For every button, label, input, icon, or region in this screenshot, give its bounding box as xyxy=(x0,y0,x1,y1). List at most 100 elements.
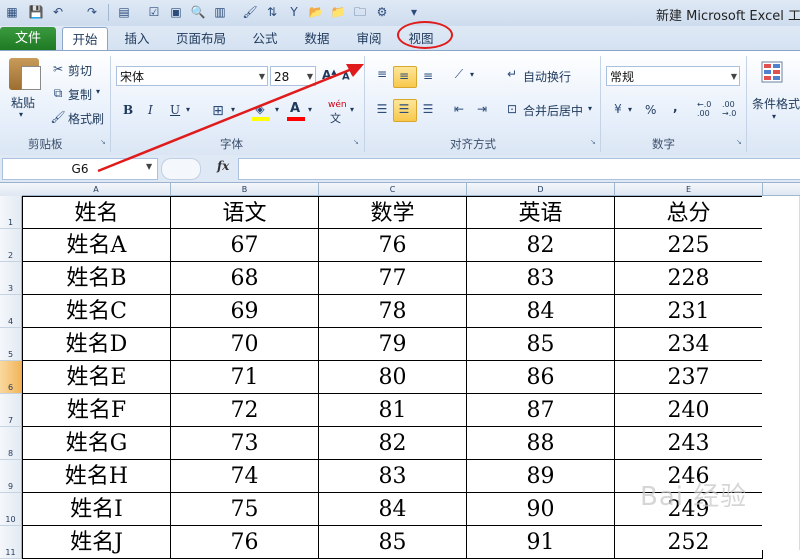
underline-button[interactable]: U xyxy=(170,103,180,117)
form-icon[interactable]: ☑ xyxy=(146,4,162,20)
copy-icon[interactable]: ⧉ xyxy=(50,85,66,101)
number-launcher-icon[interactable]: ↘ xyxy=(736,138,744,146)
tab-file[interactable]: 文件 xyxy=(0,27,56,50)
increase-decimal-button[interactable]: ←.0.00 xyxy=(697,100,711,118)
currency-icon[interactable]: ¥ xyxy=(610,101,626,117)
folder-open-icon[interactable]: 🗀 xyxy=(352,4,368,20)
alignment-launcher-icon[interactable]: ↘ xyxy=(590,138,598,146)
table-cell[interactable]: 82 xyxy=(467,229,615,262)
column-header[interactable]: C xyxy=(319,183,467,196)
column-header[interactable]: A xyxy=(22,183,171,196)
border-grid-icon[interactable]: ▥ xyxy=(212,4,228,20)
save-icon[interactable]: 💾 xyxy=(28,4,44,20)
decrease-indent-icon[interactable]: ⇤ xyxy=(451,101,467,117)
table-cell[interactable]: 姓名A xyxy=(22,229,171,262)
table-cell[interactable]: 68 xyxy=(171,262,319,295)
row-header[interactable]: 5 xyxy=(0,328,22,361)
tab-home[interactable]: 开始 xyxy=(62,27,108,52)
row-header[interactable]: 9 xyxy=(0,460,22,493)
table-cell[interactable]: 75 xyxy=(171,493,319,526)
font-name-select[interactable]: 宋体 ▼ xyxy=(116,66,268,86)
currency-dropdown-icon[interactable]: ▾ xyxy=(628,105,632,114)
table-cell[interactable]: 73 xyxy=(171,427,319,460)
align-bottom-icon[interactable]: ≡ xyxy=(420,68,436,84)
column-header[interactable]: D xyxy=(467,183,615,196)
table-cell[interactable]: 69 xyxy=(171,295,319,328)
table-cell[interactable]: 姓名D xyxy=(22,328,171,361)
font-color-dropdown-icon[interactable]: ▾ xyxy=(308,105,312,114)
calc-icon[interactable]: ▣ xyxy=(168,4,184,20)
fill-dropdown-icon[interactable]: ▾ xyxy=(275,105,279,114)
comma-button[interactable]: , xyxy=(673,100,678,114)
align-left-icon[interactable]: ☰ xyxy=(374,101,390,117)
table-cell[interactable]: 82 xyxy=(319,427,467,460)
formula-bar-resize-handle[interactable] xyxy=(161,158,201,180)
orientation-dropdown-icon[interactable]: ▾ xyxy=(470,70,474,79)
row-header[interactable]: 7 xyxy=(0,394,22,427)
merge-center-icon[interactable]: ⊡ xyxy=(504,101,520,117)
insert-function-button[interactable]: fx xyxy=(217,159,229,173)
tab-data[interactable]: 数据 xyxy=(294,27,340,50)
tab-insert[interactable]: 插入 xyxy=(114,27,160,50)
cut-button[interactable]: 剪切 xyxy=(68,62,92,79)
merge-dropdown-icon[interactable]: ▾ xyxy=(588,104,592,113)
merge-center-button[interactable]: 合并后居中 xyxy=(523,102,583,119)
table-cell[interactable]: 姓名F xyxy=(22,394,171,427)
table-cell[interactable]: 234 xyxy=(615,328,763,361)
number-format-select[interactable]: 常规 ▼ xyxy=(606,66,740,86)
font-color-icon[interactable]: A xyxy=(290,101,300,116)
paste-dropdown-icon[interactable]: ▾ xyxy=(19,110,23,119)
paste-button[interactable]: 粘贴 xyxy=(11,94,35,111)
grow-font-button[interactable]: A▲ xyxy=(322,68,337,82)
customize-qat-icon[interactable]: ▾ xyxy=(406,4,422,20)
table-cell[interactable]: 76 xyxy=(171,526,319,559)
row-header[interactable]: 2 xyxy=(0,229,22,262)
table-cell[interactable]: 78 xyxy=(319,295,467,328)
table-cell[interactable]: 姓名E xyxy=(22,361,171,394)
table-cell[interactable]: 91 xyxy=(467,526,615,559)
table-cell[interactable]: 87 xyxy=(467,394,615,427)
table-cell[interactable]: 225 xyxy=(615,229,763,262)
folder-icon[interactable]: 📂 xyxy=(308,4,324,20)
table-cell[interactable]: 71 xyxy=(171,361,319,394)
table-cell[interactable]: 姓名B xyxy=(22,262,171,295)
table-header-cell[interactable]: 姓名 xyxy=(22,196,171,229)
empty-cells[interactable] xyxy=(762,196,800,550)
underline-dropdown-icon[interactable]: ▾ xyxy=(186,105,190,114)
table-header-cell[interactable]: 英语 xyxy=(467,196,615,229)
align-right-icon[interactable]: ☰ xyxy=(420,101,436,117)
sort-icon[interactable]: ⇅ xyxy=(264,4,280,20)
table-cell[interactable]: 80 xyxy=(319,361,467,394)
wrap-text-button[interactable]: 自动换行 xyxy=(523,68,571,85)
row-header[interactable]: 11 xyxy=(0,526,22,559)
conditional-format-button[interactable]: 条件格式 xyxy=(752,95,800,112)
redo-icon[interactable]: ↷ xyxy=(84,4,100,20)
table-cell[interactable]: 67 xyxy=(171,229,319,262)
conditional-dropdown-icon[interactable]: ▾ xyxy=(772,112,776,121)
border-icon[interactable]: ⊞ xyxy=(210,103,226,119)
format-painter-icon[interactable]: 🖌 xyxy=(50,109,66,125)
conditional-format-icon[interactable] xyxy=(760,60,788,86)
increase-indent-icon[interactable]: ⇥ xyxy=(474,101,490,117)
percent-button[interactable]: % xyxy=(645,103,656,117)
orientation-icon[interactable]: ⟋ xyxy=(451,66,467,82)
shrink-font-button[interactable]: A▼ xyxy=(342,70,354,82)
phonetic-dropdown-icon[interactable]: ▾ xyxy=(350,105,354,114)
folder-edit-icon[interactable]: 📁 xyxy=(330,4,346,20)
table-cell[interactable]: 85 xyxy=(467,328,615,361)
border-dropdown-icon[interactable]: ▾ xyxy=(231,105,235,114)
wrap-text-icon[interactable]: ↵ xyxy=(504,66,520,82)
table-cell[interactable]: 84 xyxy=(467,295,615,328)
table-cell[interactable]: 72 xyxy=(171,394,319,427)
name-box-dropdown-icon[interactable]: ▼ xyxy=(146,162,152,171)
fill-color-icon[interactable]: ◈ xyxy=(252,101,268,117)
column-header[interactable] xyxy=(763,183,800,196)
phonetic-guide-button[interactable]: wén xyxy=(328,100,347,110)
column-header[interactable]: B xyxy=(171,183,319,196)
align-top-icon[interactable]: ≡ xyxy=(374,66,390,82)
italic-button[interactable]: I xyxy=(148,103,153,117)
table-cell[interactable]: 90 xyxy=(467,493,615,526)
table-cell[interactable]: 姓名G xyxy=(22,427,171,460)
table-cell[interactable]: 86 xyxy=(467,361,615,394)
font-size-select[interactable]: 28 ▼ xyxy=(270,66,316,86)
